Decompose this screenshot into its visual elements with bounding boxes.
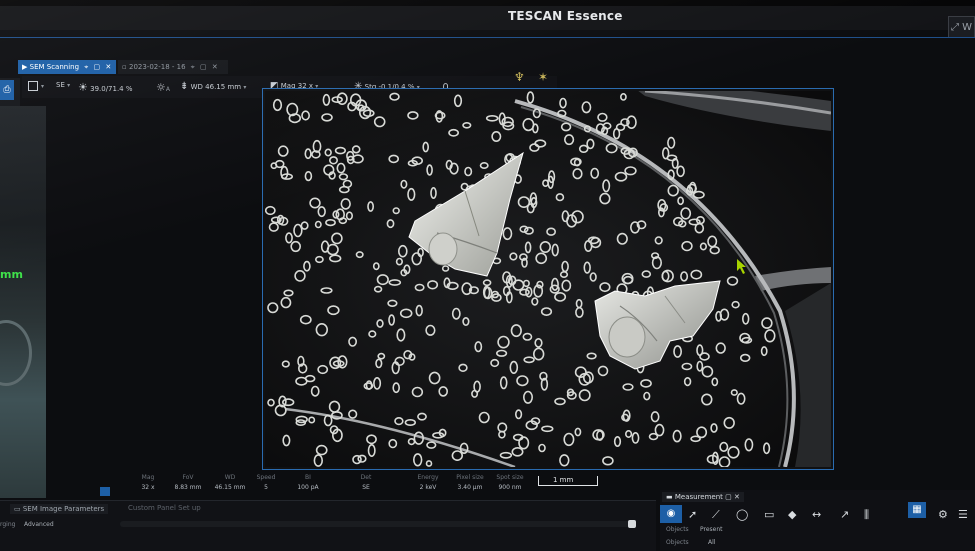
fill-icon[interactable]: ◆ (788, 508, 796, 521)
window-menu-button[interactable]: ⤢ W (948, 16, 975, 38)
tab-sem-image-parameters[interactable]: ▭ SEM Image Parameters (10, 504, 109, 514)
parameter-row-label: rging (0, 521, 16, 528)
auto-contrast-icon: ☼ (156, 81, 166, 94)
polyline-icon[interactable]: ⟋ (712, 508, 720, 522)
sem-image[interactable] (265, 91, 831, 467)
info-detector: Det SE (360, 474, 372, 491)
measure-row-label: Objects (666, 539, 689, 546)
gear-icon[interactable]: ⚙ (938, 508, 948, 521)
tab-measurement[interactable]: ▬ Measurement ▢ ✕ (662, 492, 744, 502)
info-speed: Speed 5 (256, 474, 276, 491)
preview-unit-label: mm (0, 268, 23, 281)
info-spot-size: Spot size 900 nm (496, 474, 524, 491)
brightness-contrast-value: 39.0/71.4 % (90, 85, 133, 93)
image-icon: ▫ (122, 63, 127, 71)
tab-sem-scanning[interactable]: ▶ SEM Scanning ⌖ ▢ ✕ (18, 60, 116, 74)
document-tabs: ▶ SEM Scanning ⌖ ▢ ✕ ▫ 2023-02-18 - 16 ⌖… (18, 60, 268, 74)
auto-brightness-button[interactable]: ☼A (156, 81, 170, 94)
pointer-icon[interactable]: ➚ (688, 508, 697, 521)
measure-row-value[interactable]: Present (700, 526, 723, 533)
auto-stigmation-icon[interactable]: ✶ (538, 70, 548, 84)
app-title: TESCAN Essence (508, 9, 623, 23)
sun-icon: ☀ (78, 81, 88, 94)
pin-icon[interactable]: ⌖ (84, 63, 88, 71)
auto-focus-icon[interactable]: ♆ (514, 70, 525, 84)
tab-label: SEM Scanning (29, 63, 80, 71)
info-wd: WD 46.15 mm (214, 474, 246, 491)
pin-icon[interactable]: ⌖ (191, 63, 195, 71)
info-fov: FoV 8.83 mm (174, 474, 202, 491)
float-icon[interactable]: ▢ (93, 63, 100, 71)
arrow-icon[interactable]: ↗ (840, 508, 849, 521)
scan-area-button[interactable]: ▾ (28, 81, 44, 91)
close-icon[interactable]: ✕ (212, 63, 218, 71)
play-icon: ▶ (22, 63, 28, 71)
scale-bar-label: 1 mm (553, 476, 574, 484)
tab-image-date[interactable]: ▫ 2023-02-18 - 16 ⌖ ▢ ✕ (118, 60, 228, 74)
parameter-row-value[interactable]: Advanced (24, 521, 54, 528)
ruler-icon: ▬ (666, 493, 673, 501)
detector-select[interactable]: SE ▾ (56, 81, 70, 89)
float-icon[interactable]: ▢ (200, 63, 207, 71)
close-icon[interactable]: ✕ (105, 63, 111, 71)
brightness-contrast-control[interactable]: ☀ 39.0/71.4 % (78, 81, 133, 94)
close-icon[interactable]: ✕ (734, 493, 740, 501)
hatch-icon[interactable]: ⫼ (864, 508, 869, 522)
measure-row-label: Objects (666, 526, 689, 533)
focus-icon: ⇟ (180, 81, 189, 92)
measure-row-value[interactable]: All (708, 539, 715, 546)
grid-icon[interactable]: ▦ (908, 502, 926, 518)
info-pixel-size: Pixel size 3.40 µm (456, 474, 484, 491)
accent-divider (0, 37, 975, 38)
float-icon[interactable]: ▢ (725, 493, 732, 501)
title-bar (0, 6, 975, 30)
parameter-slider-thumb[interactable] (628, 520, 636, 528)
working-distance-control[interactable]: ⇟ WD 46.15 mm ▾ (180, 81, 246, 92)
distance-icon[interactable]: ↔ (812, 508, 821, 521)
measurement-toolbar: ➚ ⟋ ◯ ▭ ◆ ↔ ↗ ⫼ ⚙ ☰ (660, 504, 975, 524)
tab-label: 2023-02-18 - 16 (128, 63, 186, 71)
parameter-slider-track[interactable] (120, 521, 635, 527)
tab-custom-panel[interactable]: Custom Panel Set up (128, 504, 201, 512)
info-mag: Mag 32 x (141, 474, 155, 491)
auto-tools: ♆ ✶ (508, 68, 568, 90)
info-energy: Energy 2 keV (417, 474, 439, 491)
square-icon (28, 81, 38, 91)
info-beam-intensity: BI 100 pA (297, 474, 319, 491)
list-icon[interactable]: ☰ (958, 508, 968, 521)
detector-value: SE (56, 81, 65, 89)
left-panel-toggle[interactable]: ⎙ (0, 80, 14, 100)
panel-icon: ▭ (14, 505, 21, 513)
ellipse-icon[interactable]: ◯ (736, 508, 748, 521)
rectangle-icon[interactable]: ▭ (764, 508, 774, 521)
chamber-camera-preview (0, 106, 46, 498)
wd-value: WD 46.15 mm (190, 83, 242, 91)
